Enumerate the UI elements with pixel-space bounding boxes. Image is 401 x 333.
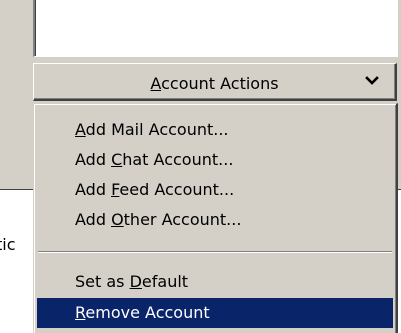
mnemonic-letter: O [111, 210, 124, 229]
mnemonic-letter: D [129, 272, 142, 291]
item-text: efault [141, 272, 189, 291]
account-list[interactable] [33, 0, 400, 57]
label-text: ccount Actions [161, 74, 279, 93]
account-actions-label: Account Actions [34, 74, 355, 93]
item-text: Add [75, 210, 112, 229]
menu-item-set-as-default[interactable]: Set as Default [37, 267, 393, 297]
background-text-fragment: tic [0, 235, 16, 254]
menu-item-add-other-account[interactable]: Add Other Account... [37, 205, 393, 235]
mnemonic-letter: A [150, 74, 162, 93]
account-actions-dropdown[interactable]: Account Actions [33, 63, 397, 101]
item-text: ther Account... [123, 210, 242, 229]
item-text: emove Account [85, 303, 210, 322]
menu-item-remove-account[interactable]: Remove Account [37, 298, 393, 328]
mnemonic-letter: R [75, 303, 86, 322]
menu-item-add-mail-account[interactable]: Add Mail Account... [37, 115, 393, 145]
menu-separator [38, 251, 392, 253]
mnemonic-letter: C [111, 150, 123, 169]
menu-item-add-feed-account[interactable]: Add Feed Account... [37, 175, 393, 205]
mnemonic-letter: A [75, 120, 86, 139]
account-actions-menu: Add Mail Account... Add Chat Account... … [33, 103, 398, 333]
item-text: Set as [75, 272, 130, 291]
item-text: hat Account... [122, 150, 234, 169]
item-text: eed Account... [119, 180, 235, 199]
item-text: Add [75, 150, 112, 169]
chevron-down-icon [365, 76, 379, 85]
item-text: Add [75, 180, 112, 199]
item-text: dd Mail Account... [85, 120, 229, 139]
menu-item-add-chat-account[interactable]: Add Chat Account... [37, 145, 393, 175]
